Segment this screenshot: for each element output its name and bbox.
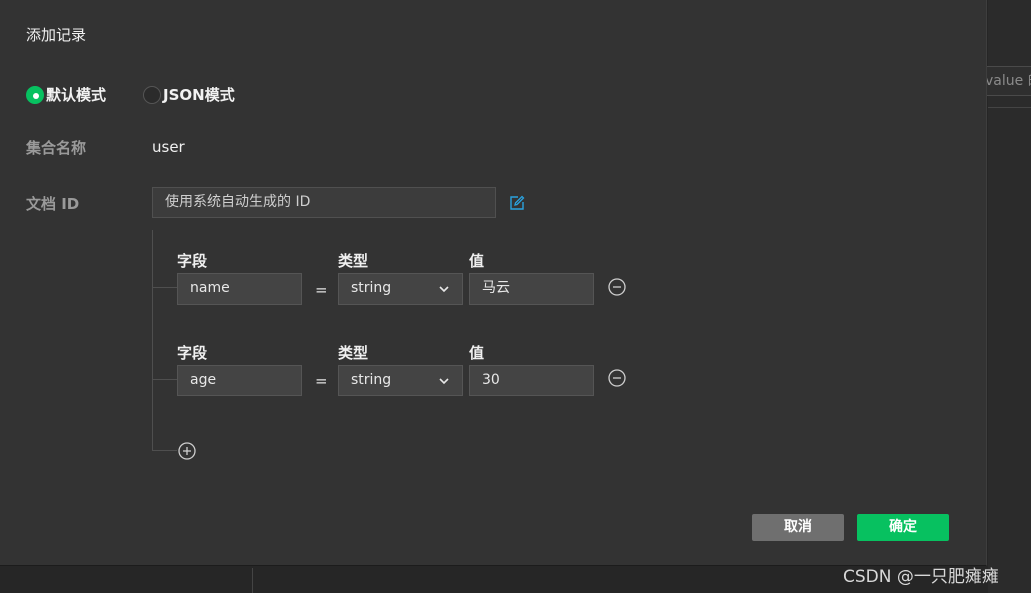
tree-branch <box>152 287 177 288</box>
tree-branch <box>152 379 177 380</box>
add-record-dialog: 添加记录 默认模式 JSON模式 集合名称 user 文档 ID 使用系统自动生… <box>0 0 987 566</box>
value-input[interactable]: 马云 <box>469 273 594 305</box>
type-select[interactable]: string <box>338 365 463 396</box>
radio-default-mode[interactable]: 默认模式 <box>26 84 106 105</box>
plus-circle-icon[interactable] <box>177 441 197 461</box>
tree-branch <box>152 450 177 451</box>
value-input[interactable]: 30 <box>469 365 594 396</box>
tree-line <box>152 230 153 450</box>
type-select-value: string <box>351 280 392 296</box>
type-select[interactable]: string <box>338 273 463 305</box>
background-line <box>252 568 253 593</box>
radio-unchecked-icon <box>143 85 161 104</box>
equals-sign: = <box>315 281 328 299</box>
dialog-title: 添加记录 <box>26 26 87 44</box>
watermark: CSDN @一只肥瘫瘫 <box>843 567 999 587</box>
collection-label: 集合名称 <box>26 139 87 157</box>
radio-default-mode-label: 默认模式 <box>46 86 107 104</box>
field-header: 字段 <box>177 344 208 362</box>
radio-checked-icon <box>26 85 44 104</box>
cancel-button[interactable]: 取消 <box>752 514 844 541</box>
field-header: 字段 <box>177 252 208 270</box>
equals-sign: = <box>315 372 328 390</box>
confirm-button[interactable]: 确定 <box>857 514 949 541</box>
minus-circle-icon[interactable] <box>607 277 627 297</box>
chevron-down-icon <box>439 378 449 385</box>
type-header: 类型 <box>338 252 369 270</box>
type-select-value: string <box>351 372 392 388</box>
value-header: 值 <box>469 344 485 362</box>
minus-circle-icon[interactable] <box>607 368 627 388</box>
type-header: 类型 <box>338 344 369 362</box>
radio-json-mode-label: JSON模式 <box>163 86 235 104</box>
docid-label: 文档 ID <box>26 195 80 213</box>
background-divider <box>988 107 1031 108</box>
collection-value: user <box>152 138 185 156</box>
edit-icon[interactable] <box>509 195 525 211</box>
field-input[interactable]: name <box>177 273 302 305</box>
value-header: 值 <box>469 252 485 270</box>
field-input[interactable]: age <box>177 365 302 396</box>
docid-input[interactable]: 使用系统自动生成的 ID <box>152 187 496 218</box>
chevron-down-icon <box>439 286 449 293</box>
radio-json-mode[interactable]: JSON模式 <box>143 84 235 105</box>
